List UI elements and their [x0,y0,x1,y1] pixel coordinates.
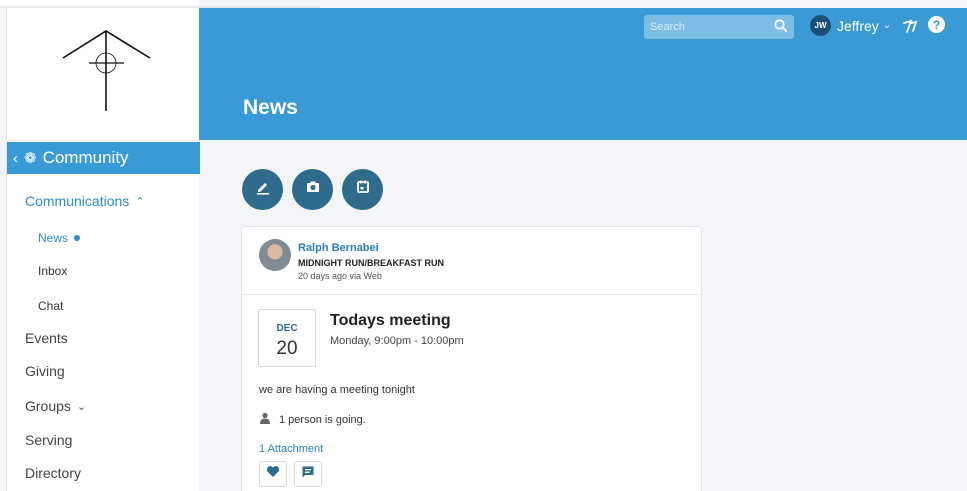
sidebar: ‹ ❁ Community Communications ⌃ News Inbo… [6,8,200,491]
nav-groups[interactable]: Groups ⌄ [25,398,86,414]
add-photo-button[interactable] [292,169,333,210]
event-time: Monday, 9:00pm - 10:00pm [330,335,464,347]
avatar: JW [810,15,831,36]
help-icon[interactable]: ? [928,16,945,33]
event-day: 20 [276,338,298,359]
user-menu[interactable]: JW Jeffrey ⌄ [810,15,891,36]
post-body: we are having a meeting tonight [259,384,415,396]
search-icon[interactable] [774,19,788,38]
nav-news-label: News [38,231,69,245]
comment-button[interactable] [294,461,322,487]
nav-events[interactable]: Events [25,330,68,346]
author-name[interactable]: Ralph Bernabei [298,242,379,254]
nav-communications-label: Communications [25,193,130,209]
like-button[interactable] [259,461,287,487]
nav-events-label: Events [25,330,68,346]
community-icon: ❁ [24,150,37,167]
nav-inbox[interactable]: Inbox [38,264,67,278]
nav-communications[interactable]: Communications ⌃ [25,193,144,209]
chevron-down-icon: ⌄ [76,400,87,413]
nav-giving-label: Giving [25,363,65,379]
nav-inbox-label: Inbox [38,264,68,278]
nav-serving-label: Serving [25,432,73,448]
attendance-text: 1 person is going. [279,413,366,426]
event-month: DEC [276,323,298,334]
event-title[interactable]: Todays meeting [330,312,451,330]
nav-chat[interactable]: Chat [38,299,63,313]
nav-news[interactable]: News [38,231,81,245]
chevron-up-icon: ⌃ [135,195,145,208]
community-back-button[interactable]: ‹ ❁ Community [7,142,200,174]
news-post-card: Ralph Bernabei MIDNIGHT RUN/BREAKFAST RU… [241,226,702,491]
create-post-button[interactable] [242,169,283,210]
church-logo [7,8,200,141]
search-input[interactable] [650,21,770,33]
page-title: News [243,96,298,119]
attendance: 1 person is going. [259,412,366,427]
chevron-left-icon: ‹ [13,149,18,167]
nav-chat-label: Chat [38,299,64,313]
group-name[interactable]: MIDNIGHT RUN/BREAKFAST RUN [298,258,444,268]
comment-icon [301,465,315,484]
add-event-button[interactable] [342,169,383,210]
nav-groups-label: Groups [25,398,71,414]
sync-icon[interactable] [902,18,918,39]
attachments-link[interactable]: 1 Attachment [259,443,323,455]
nav-directory-label: Directory [25,465,82,481]
page-header: JW Jeffrey ⌄ ? News [199,8,967,140]
calendar-icon [355,179,371,200]
post-header: Ralph Bernabei MIDNIGHT RUN/BREAKFAST RU… [242,227,701,295]
chevron-down-icon: ⌄ [882,20,892,31]
heart-icon [266,465,280,483]
camera-icon [305,179,321,200]
pencil-icon [254,178,272,201]
author-avatar[interactable] [259,239,291,271]
person-icon [259,412,271,427]
search-box[interactable] [644,15,794,39]
event-date-badge: DEC 20 [258,309,316,367]
nav-directory[interactable]: Directory [25,465,81,481]
active-dot [74,235,81,241]
nav-serving[interactable]: Serving [25,432,72,448]
community-label: Community [42,148,129,167]
nav-giving[interactable]: Giving [25,363,65,379]
post-meta: 20 days ago via Web [298,271,382,281]
user-name: Jeffrey [837,17,879,34]
